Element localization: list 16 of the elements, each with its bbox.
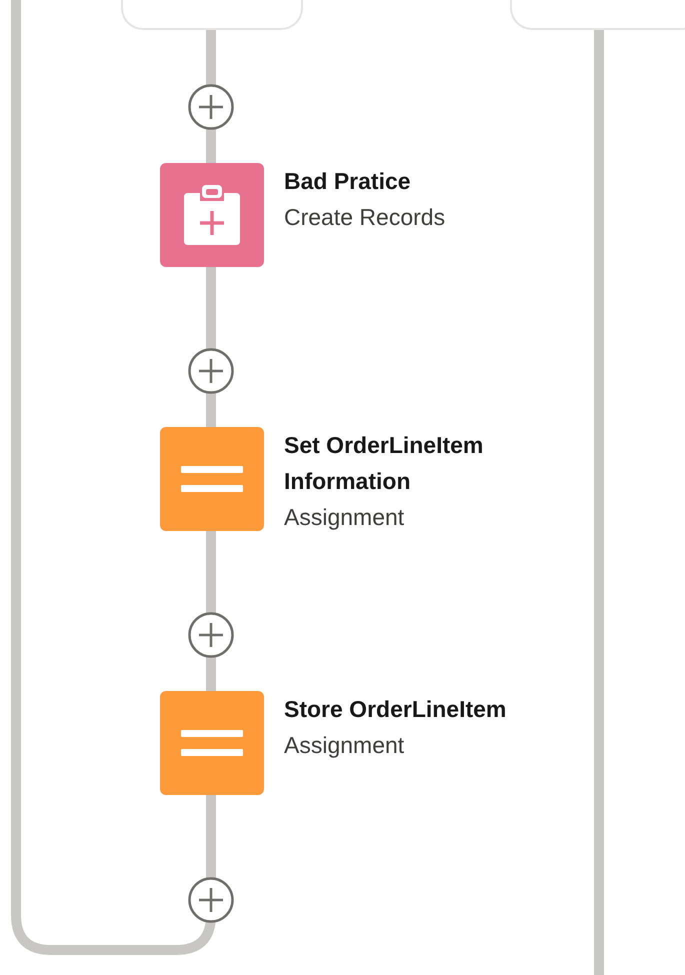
element-title: Store OrderLineItem (284, 695, 508, 724)
flow-element-tile[interactable] (160, 427, 264, 531)
equals-icon (181, 728, 243, 758)
flow-element-tile[interactable] (160, 691, 264, 795)
element-type: Assignment (284, 731, 406, 760)
add-element-icon[interactable] (187, 347, 235, 395)
element-type: Assignment (284, 503, 406, 532)
add-element-icon[interactable] (187, 83, 235, 131)
flow-element-tile[interactable] (160, 163, 264, 267)
clipboard-plus-icon (182, 183, 242, 247)
element-title: Bad Pratice (284, 167, 412, 196)
element-title: Set OrderLineItem Information (284, 431, 484, 496)
equals-icon (181, 464, 243, 494)
element-type: Create Records (284, 203, 446, 232)
add-element-icon[interactable] (187, 876, 235, 924)
add-element-icon[interactable] (187, 611, 235, 659)
